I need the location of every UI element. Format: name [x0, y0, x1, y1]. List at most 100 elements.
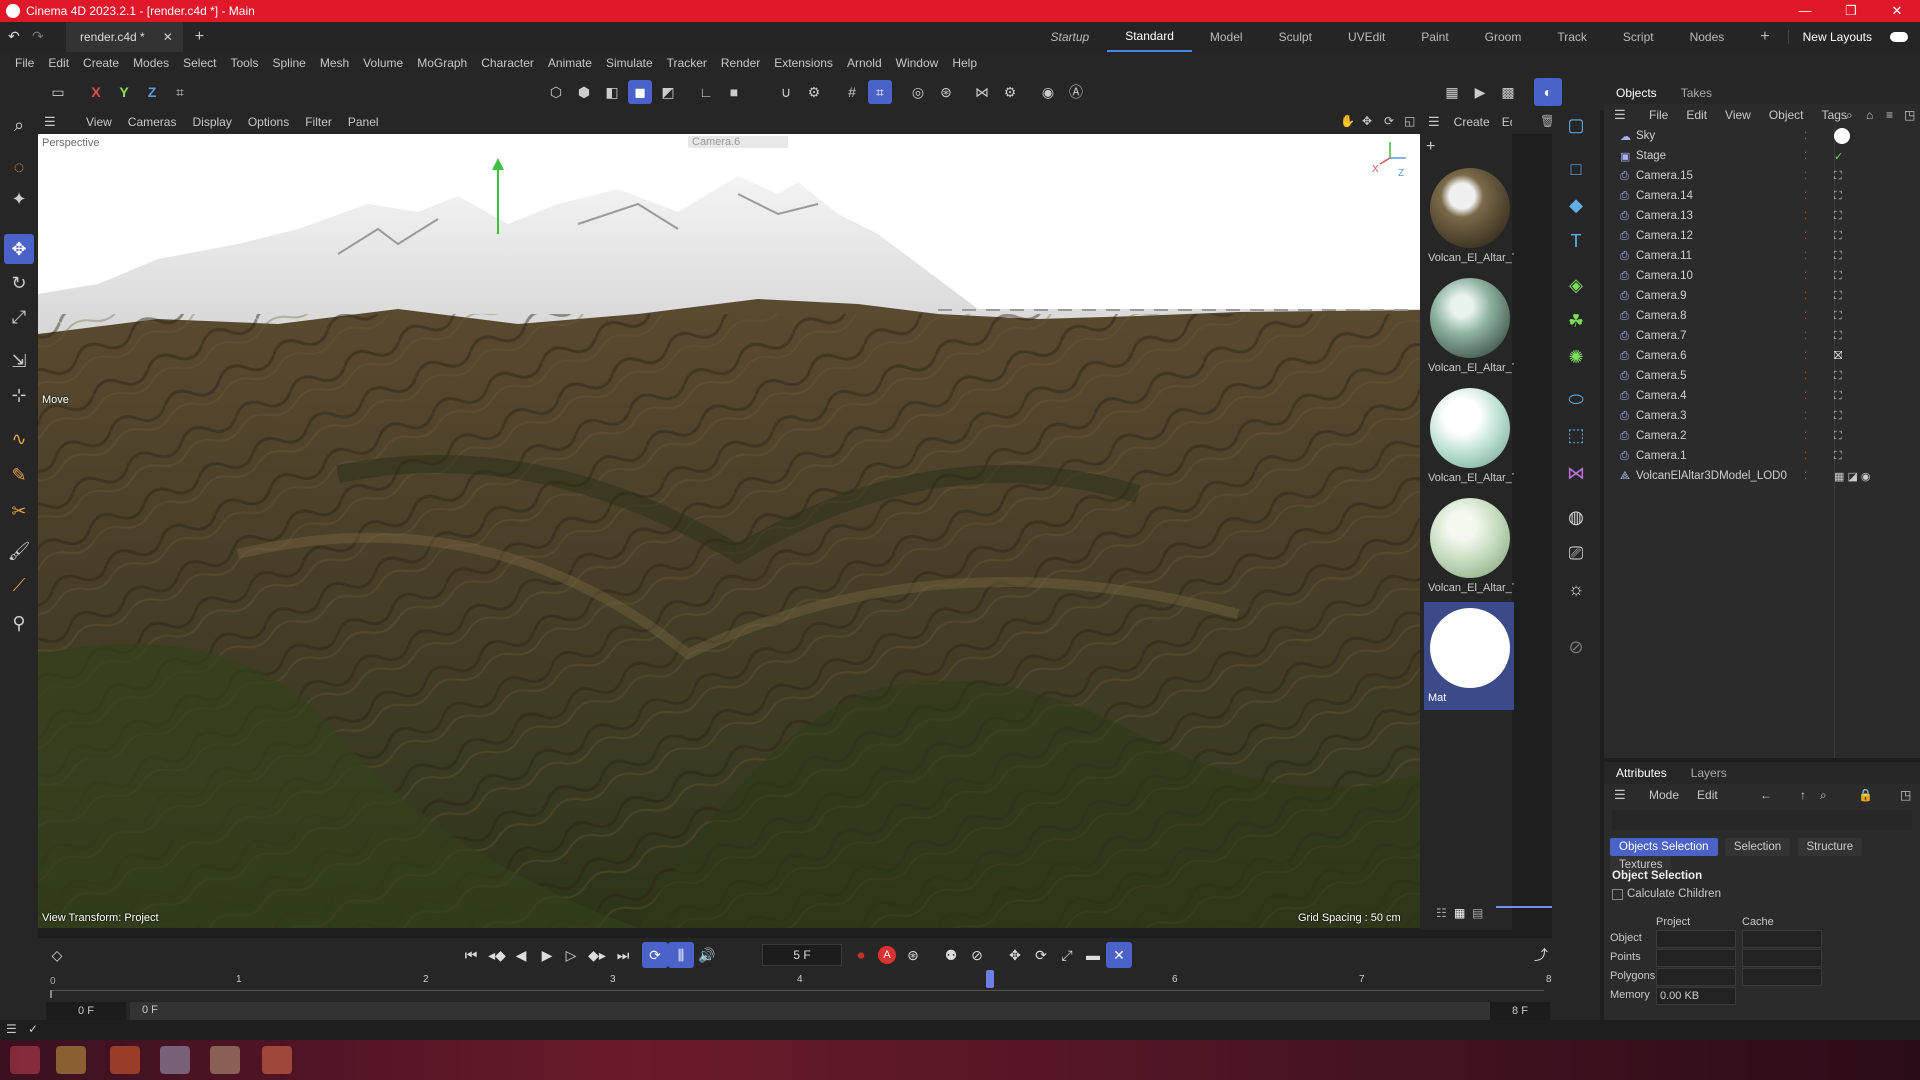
range-slider[interactable]: 0 F 8 F [130, 1002, 1526, 1020]
menu-mesh[interactable]: Mesh [313, 56, 356, 70]
pan-view-icon[interactable]: ✋ [1340, 114, 1355, 128]
menu-file[interactable]: File [8, 56, 41, 70]
sky-material-tag-icon[interactable] [1834, 128, 1850, 144]
previous-key-button[interactable]: ◂◆ [484, 942, 510, 968]
camera-tag-icon[interactable]: ⛶ [1834, 190, 1842, 203]
undo-icon[interactable]: ↶ [8, 28, 20, 45]
object-home-icon[interactable]: ⌂ [1866, 108, 1873, 122]
object-menu-edit[interactable]: Edit [1677, 108, 1716, 122]
open-icon[interactable]: ▭ [46, 80, 70, 104]
interactive-render-icon[interactable]: ◐ [1534, 78, 1562, 106]
layout-groom[interactable]: Groom [1467, 30, 1540, 44]
object-row-camera[interactable]: ⎙ Camera.4 ⁚ ⛶ [1620, 386, 1910, 406]
object-row-model[interactable]: ⟁ VolcanElAltar3DModel_LOD0 ⁚ ▦ ◪ ◉ [1620, 466, 1910, 486]
tab-layers[interactable]: Layers [1679, 766, 1739, 780]
visibility-dots[interactable]: ⁚ [1804, 271, 1807, 282]
camera-tag-icon[interactable]: ⛶ [1834, 450, 1842, 463]
taskbar-app-icon[interactable] [56, 1046, 86, 1074]
text-object-icon[interactable]: T [1561, 226, 1591, 256]
next-key-button[interactable]: ◆▸ [584, 942, 610, 968]
add-material-icon[interactable]: + [1426, 138, 1435, 156]
menu-arnold[interactable]: Arnold [840, 56, 889, 70]
up-arrow-icon[interactable]: ↑ [1800, 788, 1806, 802]
sound-icon[interactable]: 🔊 [694, 942, 720, 968]
camera-tag-icon[interactable]: ⛶ [1834, 210, 1842, 223]
keyframe-icon[interactable]: ◇ [44, 942, 70, 968]
camera-tag-icon[interactable]: ⛶ [1834, 430, 1842, 443]
go-to-start-button[interactable]: ⏮ [458, 942, 484, 968]
light-icon[interactable]: ☼ [1561, 574, 1591, 604]
camera-tag-icon[interactable]: ⛶ [1834, 310, 1842, 323]
grid-view-icon[interactable]: ▦ [1454, 906, 1465, 920]
taskbar-app-icon[interactable] [210, 1046, 240, 1074]
rotation-key-icon[interactable]: ⟳ [1028, 942, 1054, 968]
material-item-selected[interactable]: Mat [1424, 602, 1514, 710]
start-marker[interactable] [50, 990, 52, 998]
param-key-icon[interactable]: ▬ [1080, 942, 1106, 968]
autokey-button[interactable]: A [874, 942, 900, 968]
visibility-dots[interactable]: ⁚ [1804, 451, 1807, 462]
object-row-camera[interactable]: ⎙ Camera.13 ⁚ ⛶ [1620, 206, 1910, 226]
transfer-tool-icon[interactable]: ⇲ [4, 346, 34, 376]
menu-tools[interactable]: Tools [223, 56, 265, 70]
object-row-camera[interactable]: ⎙ Camera.5 ⁚ ⛶ [1620, 366, 1910, 386]
render-view-icon[interactable]: ▦ [1440, 80, 1464, 104]
menu-spline[interactable]: Spline [265, 56, 312, 70]
attribute-expand-icon[interactable]: ◳ [1900, 788, 1911, 802]
viewport-menu-display[interactable]: Display [184, 115, 239, 129]
environment-icon[interactable]: ◍ [1561, 502, 1591, 532]
playback-rate-button[interactable]: ⫼ [668, 942, 694, 968]
scale-key-icon[interactable]: ⤢ [1054, 942, 1080, 968]
grid-snap-icon[interactable]: ⌗ [868, 80, 892, 104]
live-selection-icon[interactable]: ✦ [4, 184, 34, 214]
spline-icon[interactable]: ⋈ [1561, 458, 1591, 488]
lock-icon[interactable]: 🔒 [1858, 788, 1873, 802]
object-row-camera[interactable]: ⎙ Camera.15 ⁚ ⛶ [1620, 166, 1910, 186]
camera-object-icon[interactable]: ▢ [1561, 110, 1591, 140]
close-window-button[interactable]: ✕ [1874, 3, 1920, 19]
camera-indicator[interactable]: Camera.6 [688, 136, 788, 148]
timeline-graph-icon[interactable]: ⤴ [1528, 942, 1554, 968]
playhead[interactable] [986, 970, 994, 988]
tab-takes[interactable]: Takes [1669, 86, 1724, 100]
camera-tag-icon[interactable]: ⛶ [1834, 230, 1842, 243]
motion-icon[interactable]: ⊘ [964, 942, 990, 968]
points-mode-icon[interactable]: ⬡ [544, 80, 568, 104]
list-view-icon[interactable]: ☷ [1436, 906, 1447, 920]
sketch-tool-icon[interactable]: ✎ [4, 460, 34, 490]
visibility-dots[interactable]: ⁚ [1804, 311, 1807, 322]
subtab-selection[interactable]: Selection [1724, 838, 1791, 856]
visibility-dots[interactable]: ⁚ [1804, 431, 1807, 442]
object-row-camera[interactable]: ⎙ Camera.2 ⁚ ⛶ [1620, 426, 1910, 446]
visibility-dots[interactable]: ⁚ [1804, 211, 1807, 222]
rotate-tool-icon[interactable]: ↻ [4, 268, 34, 298]
visibility-dots[interactable]: ⁚ [1804, 251, 1807, 262]
document-tab[interactable]: render.c4d * ✕ [66, 22, 183, 52]
taskbar-app-icon[interactable] [10, 1046, 40, 1074]
close-tab-icon[interactable]: ✕ [163, 30, 173, 44]
layout-uvedit[interactable]: UVEdit [1330, 30, 1403, 44]
snap-settings-icon[interactable]: ⚙ [802, 80, 826, 104]
visibility-dots[interactable]: ⁚ [1804, 471, 1807, 482]
field-icon[interactable]: ⬚ [1561, 420, 1591, 450]
camera-tag-icon[interactable]: ⛶ [1834, 390, 1842, 403]
search-icon[interactable]: ⌕ [4, 110, 34, 140]
enabled-check-icon[interactable]: ✓ [1834, 150, 1843, 163]
render-settings-icon[interactable]: ⊛ [934, 80, 958, 104]
visibility-dots[interactable]: ⁚ [1804, 171, 1807, 182]
menu-window[interactable]: Window [889, 56, 946, 70]
viewport-solo-icon[interactable]: ◉ [1036, 80, 1060, 104]
attribute-menu-mode[interactable]: Mode [1640, 788, 1688, 802]
symmetry-settings-icon[interactable]: ⚙ [998, 80, 1022, 104]
visibility-dots[interactable]: ⁚ [1804, 131, 1807, 142]
visibility-dots[interactable]: ⁚ [1804, 391, 1807, 402]
new-layouts-button[interactable]: New Layouts [1787, 30, 1890, 44]
zoom-slider[interactable] [1496, 906, 1556, 908]
keyframe-selection-icon[interactable]: ⚉ [938, 942, 964, 968]
visibility-dots[interactable]: ⁚ [1804, 411, 1807, 422]
menu-volume[interactable]: Volume [356, 56, 410, 70]
move-tool-icon[interactable]: ✥ [4, 234, 34, 264]
render-picture-viewer-icon[interactable]: ▶ [1468, 80, 1492, 104]
menu-select[interactable]: Select [176, 56, 223, 70]
record-button[interactable]: ⏺ [848, 942, 874, 968]
